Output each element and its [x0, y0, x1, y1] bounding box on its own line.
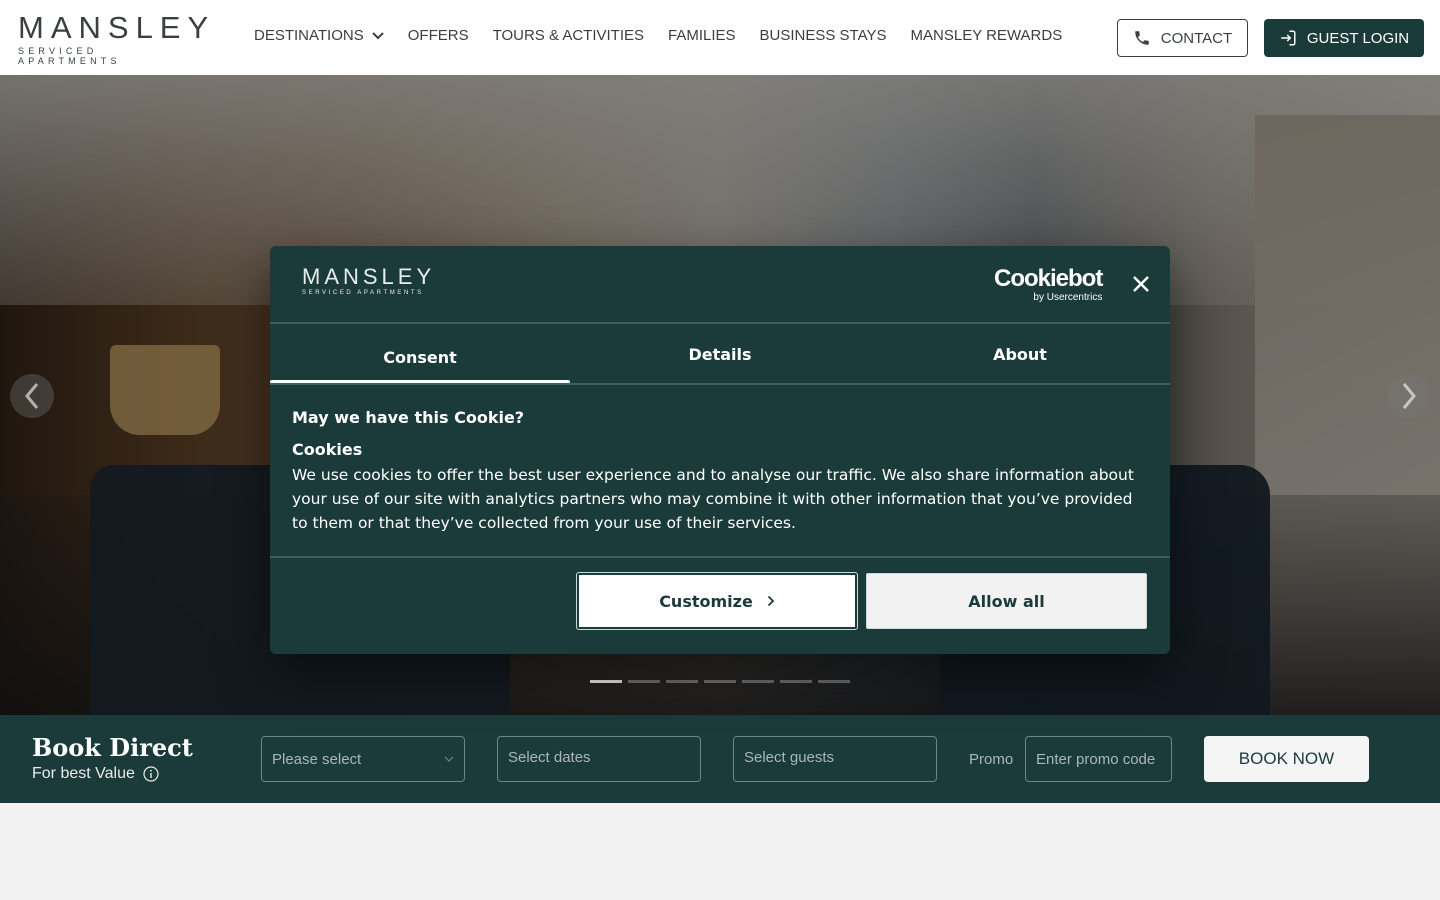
slider-dot[interactable]: [666, 680, 698, 683]
contact-button[interactable]: CONTACT: [1117, 19, 1248, 57]
dialog-heading: Cookies: [292, 440, 363, 459]
slider-dot[interactable]: [780, 680, 812, 683]
info-icon[interactable]: [143, 766, 159, 782]
allow-all-button[interactable]: Allow all: [866, 573, 1147, 629]
booking-subtitle-text: For best Value: [32, 765, 135, 782]
dialog-logo: MANSLEY SERVICED APARTMENTS: [302, 264, 436, 297]
nav-item-rewards[interactable]: MANSLEY REWARDS: [911, 27, 1063, 44]
slider-dot[interactable]: [590, 680, 622, 683]
nav-item-families[interactable]: FAMILIES: [668, 27, 736, 44]
slider-dots: [590, 680, 850, 683]
promo-code-input[interactable]: Enter promo code: [1025, 736, 1172, 782]
tab-about[interactable]: About: [870, 324, 1170, 384]
guests-field[interactable]: Select guests: [733, 736, 937, 782]
slider-dot[interactable]: [742, 680, 774, 683]
cookiebot-logo[interactable]: Cookiebot by Usercentrics: [994, 265, 1103, 304]
dialog-logo-tagline: SERVICED APARTMENTS: [302, 290, 424, 296]
dates-placeholder: Select dates: [508, 749, 591, 766]
cookiebot-byline: by Usercentrics: [1033, 292, 1103, 303]
logo-tagline: SERVICED APARTMENTS: [18, 46, 121, 66]
nav-item-offers[interactable]: OFFERS: [408, 27, 469, 44]
slider-dot[interactable]: [628, 680, 660, 683]
slider-dot[interactable]: [818, 680, 850, 683]
contact-label: CONTACT: [1160, 29, 1233, 47]
chevron-left-icon: [25, 383, 39, 409]
nav-item-tours[interactable]: TOURS & ACTIVITIES: [493, 27, 644, 44]
slider-next-button[interactable]: [1387, 374, 1431, 418]
promo-placeholder: Enter promo code: [1036, 750, 1156, 768]
nav-item-label: TOURS & ACTIVITIES: [492, 27, 644, 44]
chevron-down-icon: [444, 756, 454, 762]
site-header: MANSLEY SERVICED APARTMENTS DESTINATIONS…: [0, 0, 1440, 75]
promo-label: Promo: [969, 751, 1014, 768]
property-select-placeholder: Please select: [272, 750, 362, 768]
guest-login-button[interactable]: GUEST LOGIN: [1264, 19, 1424, 57]
dialog-body-text: We use cookies to offer the best user ex…: [292, 466, 1134, 532]
tab-consent[interactable]: Consent: [270, 324, 570, 384]
cookiebot-wordmark: Cookiebot: [994, 265, 1103, 292]
property-select[interactable]: Please select: [261, 736, 465, 782]
slider-prev-button[interactable]: [10, 374, 54, 418]
customize-button[interactable]: Customize: [576, 572, 858, 630]
dates-field[interactable]: Select dates: [497, 736, 701, 782]
slider-dot[interactable]: [704, 680, 736, 683]
divider: [270, 556, 1170, 558]
customize-label: Customize: [659, 591, 753, 611]
nav-item-label: OFFERS: [407, 27, 469, 44]
nav-item-business-stays[interactable]: BUSINESS STAYS: [760, 27, 887, 44]
guest-login-label: GUEST LOGIN: [1306, 29, 1410, 47]
nav-item-destinations[interactable]: DESTINATIONS: [254, 27, 384, 44]
site-logo[interactable]: MANSLEY SERVICED APARTMENTS: [18, 10, 216, 66]
chevron-right-icon: [1402, 383, 1416, 409]
phone-icon: [1135, 31, 1149, 45]
logo-wordmark: MANSLEY: [18, 10, 216, 45]
divider: [270, 383, 1170, 385]
guests-placeholder: Select guests: [744, 749, 835, 766]
nav-item-label: BUSINESS STAYS: [759, 27, 887, 44]
login-icon: [1281, 30, 1296, 46]
dialog-logo-wordmark: MANSLEY: [302, 264, 436, 289]
close-icon[interactable]: [1130, 273, 1152, 295]
main-nav: DESTINATIONS OFFERS TOURS & ACTIVITIES F…: [254, 27, 1062, 44]
nav-item-label: FAMILIES: [668, 27, 736, 44]
cookie-consent-dialog: MANSLEY SERVICED APARTMENTS Cookiebot by…: [270, 246, 1170, 654]
nav-item-label: MANSLEY REWARDS: [910, 27, 1063, 44]
nav-item-label: DESTINATIONS: [254, 27, 364, 44]
book-now-button[interactable]: BOOK NOW: [1204, 736, 1369, 782]
dialog-question: May we have this Cookie?: [292, 408, 525, 427]
chevron-down-icon: [372, 31, 384, 39]
booking-title: Book Direct: [32, 733, 193, 762]
chevron-right-icon: [767, 595, 775, 607]
tab-details[interactable]: Details: [570, 324, 870, 384]
booking-subtitle: For best Value: [32, 765, 159, 783]
